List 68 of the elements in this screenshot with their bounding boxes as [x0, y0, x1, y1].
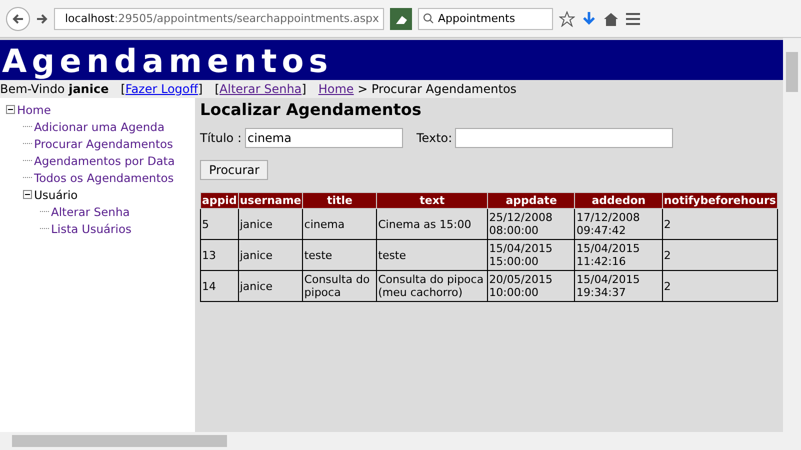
scrollbar-thumb[interactable]: [786, 52, 798, 92]
tree-item[interactable]: Procurar Agendamentos: [34, 136, 173, 150]
tree-item[interactable]: Adicionar uma Agenda: [34, 120, 165, 134]
bracket-text: ]: [302, 82, 306, 96]
column-header: appid: [200, 192, 238, 208]
home-icon[interactable]: [603, 10, 619, 26]
breadcrumb-link[interactable]: Home: [318, 82, 354, 96]
menu-icon[interactable]: [625, 10, 641, 26]
table-cell: teste: [302, 240, 377, 270]
table-cell: 15/04/2015 19:34:37: [574, 270, 662, 302]
column-header: username: [238, 192, 303, 208]
collapse-icon[interactable]: [6, 105, 15, 114]
tree-item[interactable]: Home: [17, 102, 51, 116]
search-field[interactable]: Appointments: [418, 8, 553, 30]
header-link[interactable]: Fazer Logoff: [125, 82, 198, 96]
download-icon[interactable]: [581, 10, 597, 26]
table-cell: janice: [238, 240, 303, 270]
collapse-icon[interactable]: [23, 190, 32, 199]
table-cell: 15/04/2015 15:00:00: [488, 240, 575, 270]
bracket-text: [: [214, 82, 220, 96]
back-arrow-icon: [12, 12, 24, 24]
tree-item[interactable]: Todos os Agendamentos: [34, 170, 174, 184]
star-icon[interactable]: [559, 10, 575, 26]
table-cell: 15/04/2015 11:42:16: [574, 240, 662, 270]
table-cell: 25/12/2008 08:00:00: [488, 208, 575, 240]
breadcrumb-separator: >: [358, 82, 368, 96]
column-header: notifybeforehours: [662, 192, 778, 208]
table-cell: teste: [376, 240, 488, 270]
input-field[interactable]: [455, 128, 674, 148]
table-cell: 5: [200, 208, 238, 240]
table-cell: janice: [238, 208, 303, 240]
table-cell: Consulta do pipoca: [302, 270, 377, 302]
column-header: text: [376, 192, 488, 208]
field-label: Título :: [200, 131, 242, 145]
page-heading: Localizar Agendamentos: [200, 100, 422, 119]
breadcrumb-current: Procurar Agendamentos: [372, 82, 517, 96]
table-cell: 2: [662, 270, 778, 302]
input-field[interactable]: cinema: [244, 128, 403, 148]
table-cell: 13: [200, 240, 238, 270]
welcome-text: Bem-Vindo janice: [0, 82, 109, 96]
extension-icon[interactable]: [390, 8, 412, 30]
forward-icon[interactable]: [36, 12, 48, 24]
table-cell: 2: [662, 240, 778, 270]
bracket-text: ]: [198, 82, 203, 96]
search-button[interactable]: Procurar: [200, 160, 268, 180]
back-button[interactable]: [6, 6, 30, 30]
search-icon: [423, 13, 434, 24]
tree-item[interactable]: Lista Usuários: [51, 222, 132, 236]
table-cell: Cinema as 15:00: [376, 208, 488, 240]
table-cell: 14: [200, 270, 238, 302]
table-cell: 2: [662, 208, 778, 240]
table-cell: 17/12/2008 09:47:42: [574, 208, 662, 240]
field-label: Texto:: [416, 131, 452, 145]
bracket-text: [: [120, 82, 126, 96]
tree-item[interactable]: Agendamentos por Data: [34, 154, 175, 168]
scrollbar-thumb[interactable]: [12, 435, 227, 447]
site-title: Agendamentos: [0, 40, 783, 80]
table-cell: cinema: [302, 208, 377, 240]
column-header: addedon: [574, 192, 662, 208]
address-bar[interactable]: localhost:29505/appointments/searchappointments.aspx: [54, 8, 384, 30]
table-cell: janice: [238, 270, 303, 302]
tree-item[interactable]: Alterar Senha: [51, 204, 130, 218]
tree-item: Usuário: [34, 188, 78, 202]
column-header: appdate: [488, 192, 575, 208]
table-cell: 20/05/2015 10:00:00: [488, 270, 575, 302]
table-cell: Consulta do pipoca (meu cachorro): [376, 270, 488, 302]
header-link[interactable]: Alterar Senha: [219, 82, 302, 96]
column-header: title: [302, 192, 377, 208]
